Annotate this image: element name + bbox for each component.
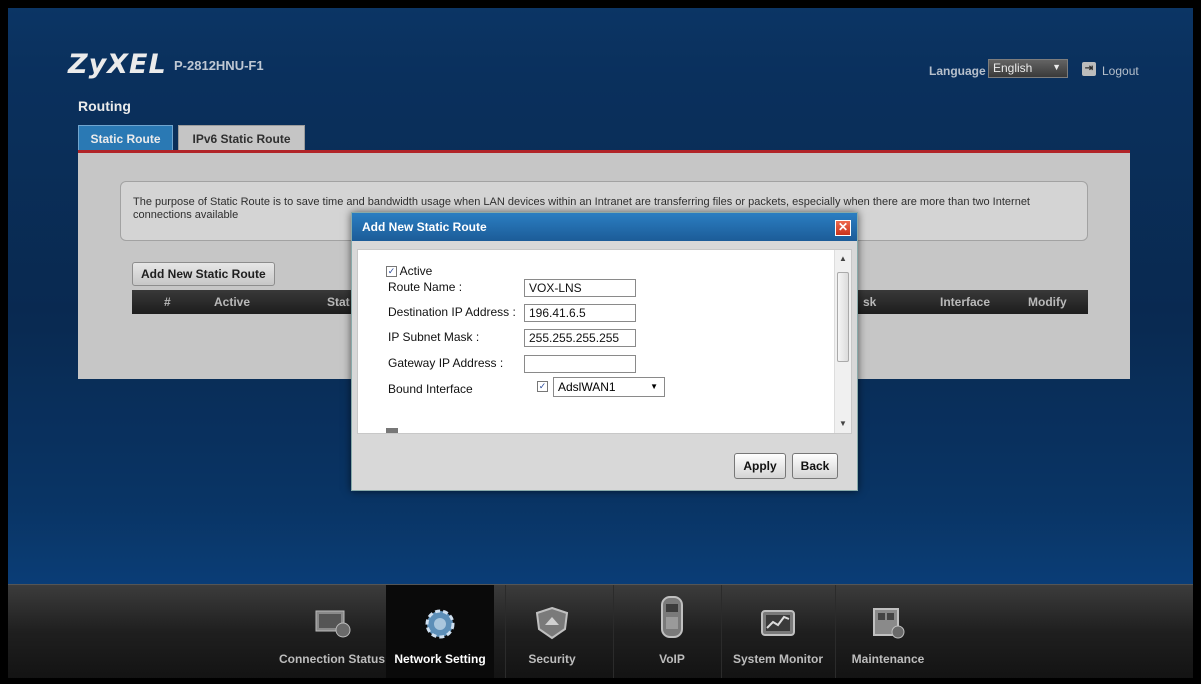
dialog-footer: Apply Back — [352, 439, 857, 490]
nav-label: VoIP — [659, 652, 685, 666]
nav-label: System Monitor — [732, 652, 823, 666]
system-monitor-icon — [758, 605, 798, 644]
dialog-scrollbar[interactable]: ▲ ▼ — [834, 250, 851, 433]
dialog-title: Add New Static Route — [352, 213, 857, 241]
destination-ip-input[interactable] — [524, 304, 636, 322]
scroll-thumb[interactable] — [837, 272, 849, 362]
scroll-up-icon[interactable]: ▲ — [835, 252, 851, 266]
connection-status-icon — [312, 605, 352, 642]
bottom-navigation: Connection Status Network Setting Securi… — [8, 584, 1193, 678]
nav-separator — [721, 585, 722, 678]
dialog-form: ✓ Active Route Name : Destination IP Add… — [357, 249, 852, 434]
security-icon — [532, 605, 572, 644]
nav-label: Security — [528, 652, 576, 666]
bound-interface-label: Bound Interface — [388, 382, 473, 396]
close-icon[interactable]: ✕ — [835, 220, 851, 236]
nav-maintenance[interactable]: Maintenance — [838, 585, 938, 678]
active-label: Active — [399, 264, 433, 278]
bound-interface-value: AdslWAN1 — [558, 380, 616, 394]
subnet-mask-input[interactable] — [524, 329, 636, 347]
note-row — [386, 424, 398, 433]
route-name-input[interactable] — [524, 279, 636, 297]
chevron-down-icon: ▼ — [650, 382, 658, 391]
nav-network-setting[interactable]: Network Setting — [386, 585, 494, 678]
route-name-label: Route Name : — [388, 280, 463, 294]
nav-label: Connection Status — [278, 652, 385, 666]
back-button[interactable]: Back — [792, 453, 838, 479]
voip-icon — [657, 595, 687, 644]
nav-system-monitor[interactable]: System Monitor — [722, 585, 834, 678]
nav-label: Maintenance — [851, 652, 925, 666]
apply-button[interactable]: Apply — [734, 453, 786, 479]
gateway-ip-input[interactable] — [524, 355, 636, 373]
nav-separator — [505, 585, 506, 678]
scroll-down-icon[interactable]: ▼ — [835, 417, 851, 431]
active-checkbox[interactable]: ✓ — [386, 266, 397, 278]
bound-interface-checkbox[interactable]: ✓ — [537, 381, 548, 392]
network-setting-icon — [420, 605, 460, 646]
active-row: ✓ Active — [386, 264, 432, 278]
nav-security[interactable]: Security — [498, 585, 606, 678]
nav-voip[interactable]: VoIP — [618, 585, 726, 678]
add-static-route-dialog: Add New Static Route ✕ ✓ Active Route Na… — [351, 212, 858, 491]
nav-separator — [613, 585, 614, 678]
nav-connection-status[interactable]: Connection Status — [278, 585, 386, 678]
maintenance-icon — [868, 605, 908, 644]
note-icon — [386, 428, 398, 433]
subnet-mask-label: IP Subnet Mask : — [388, 330, 480, 344]
nav-label: Network Setting — [394, 652, 486, 666]
nav-separator — [835, 585, 836, 678]
bound-interface-select[interactable]: AdslWAN1 ▼ — [553, 377, 665, 397]
router-admin-frame: ZyXEL P-2812HNU-F1 Language : English ▼ … — [8, 8, 1193, 678]
destination-ip-label: Destination IP Address : — [388, 305, 516, 319]
gateway-ip-label: Gateway IP Address : — [388, 356, 504, 370]
